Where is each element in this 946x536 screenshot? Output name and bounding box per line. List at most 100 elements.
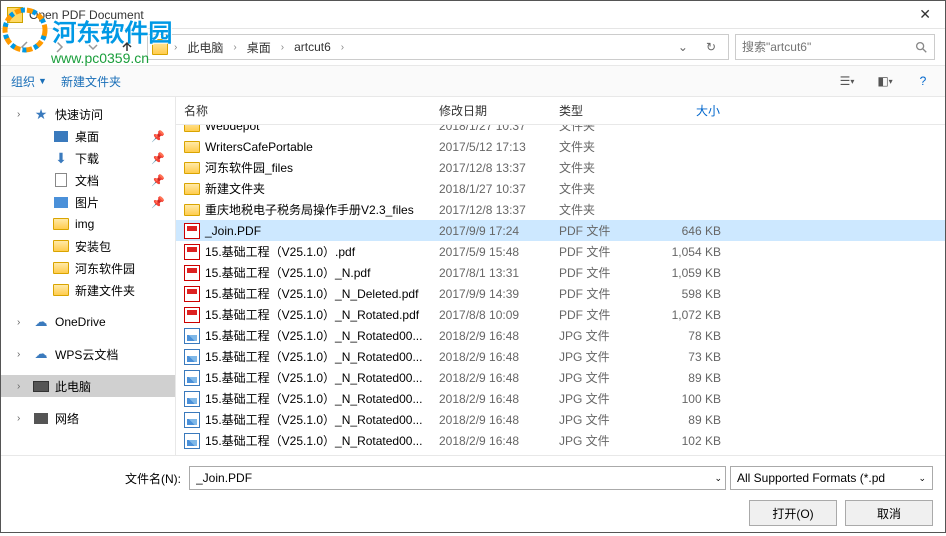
view-button[interactable]: ☰ ▾ [835, 71, 859, 91]
star-icon: ★ [33, 106, 49, 122]
sidebar-item-5[interactable]: img [1, 213, 175, 235]
filename-label: 文件名(N): [1, 470, 181, 487]
column-headers: 名称 修改日期 类型 大小 [176, 97, 945, 125]
pdf-icon [184, 223, 200, 239]
jpg-icon [184, 349, 200, 365]
pin-icon: 📌 [151, 130, 165, 143]
chevron-right-icon[interactable]: › [170, 42, 181, 53]
folder-icon [184, 125, 200, 132]
refresh-icon[interactable]: ↻ [702, 40, 720, 54]
preview-button[interactable]: ◧ ▾ [873, 71, 897, 91]
folder-icon [53, 260, 69, 276]
recent-dropdown[interactable] [79, 33, 107, 61]
file-row[interactable]: Webdepot2018/1/27 10:37文件夹 [176, 125, 945, 136]
cloud-icon: ☁ [33, 314, 49, 330]
forward-button[interactable] [45, 33, 73, 61]
doc-icon [53, 172, 69, 188]
file-row[interactable]: 河东软件园_files2017/12/8 13:37文件夹 [176, 157, 945, 178]
chevron-right-icon[interactable]: › [229, 42, 240, 53]
open-button[interactable]: 打开(O) [749, 500, 837, 526]
file-row[interactable]: 15.基础工程（V25.1.0）_N.pdf2017/8/1 13:31PDF … [176, 262, 945, 283]
folder-icon [184, 162, 200, 174]
sidebar-item-8[interactable]: 新建文件夹 [1, 279, 175, 301]
file-row[interactable]: WritersCafePortable2017/5/12 17:13文件夹 [176, 136, 945, 157]
col-name[interactable]: 名称 [176, 102, 431, 119]
jpg-icon [184, 328, 200, 344]
folder-icon [184, 183, 200, 195]
up-button[interactable] [113, 33, 141, 61]
sidebar-item-4[interactable]: 图片📌 [1, 191, 175, 213]
folder-icon [184, 204, 200, 216]
filename-input[interactable] [189, 466, 726, 490]
desktop-icon [53, 128, 69, 144]
file-row[interactable]: 15.基础工程（V25.1.0）_N_Rotated00...2018/2/9 … [176, 430, 945, 451]
search-input[interactable] [742, 40, 914, 54]
file-row[interactable]: 重庆地税电子税务局操作手册V2.3_files2017/12/8 13:37文件… [176, 199, 945, 220]
sidebar-item-0[interactable]: ›★快速访问 [1, 103, 175, 125]
jpg-icon [184, 391, 200, 407]
file-row[interactable]: 15.基础工程（V25.1.0）_N_Rotated.pdf2017/8/8 1… [176, 304, 945, 325]
filter-combo[interactable]: All Supported Formats (*.pd ⌄ [730, 466, 933, 490]
pdf-icon [184, 265, 200, 281]
search-box[interactable] [735, 34, 935, 60]
sidebar-item-7[interactable]: 河东软件园 [1, 257, 175, 279]
col-type[interactable]: 类型 [551, 102, 651, 119]
navbar: › 此电脑 › 桌面 › artcut6 › ⌄ ↻ [1, 29, 945, 65]
toolbar: 组织 ▼ 新建文件夹 ☰ ▾ ◧ ▾ ? [1, 65, 945, 97]
footer: 文件名(N): ⌄ All Supported Formats (*.pd ⌄ … [1, 455, 945, 536]
sidebar-item-3[interactable]: 文档📌 [1, 169, 175, 191]
close-button[interactable]: ✕ [911, 6, 939, 23]
col-date[interactable]: 修改日期 [431, 102, 551, 119]
file-row[interactable]: 新建文件夹2018/1/27 10:37文件夹 [176, 178, 945, 199]
pic-icon [53, 194, 69, 210]
sidebar-item-10[interactable]: ›☁WPS云文档 [1, 343, 175, 365]
window-title: Open PDF Document [29, 8, 911, 22]
file-row[interactable]: 15.基础工程（V25.1.0）_N_Rotated00...2018/2/9 … [176, 346, 945, 367]
file-row[interactable]: 15.基础工程（V25.1.0）_N_Rotated00...2018/2/9 … [176, 409, 945, 430]
jpg-icon [184, 433, 200, 449]
sidebar: ›★快速访问桌面📌⬇下载📌文档📌图片📌img安装包河东软件园新建文件夹 ›☁One… [1, 97, 176, 455]
newfolder-button[interactable]: 新建文件夹 [61, 73, 121, 90]
pdf-icon [184, 307, 200, 323]
down-icon: ⬇ [53, 150, 69, 166]
breadcrumb[interactable]: › 此电脑 › 桌面 › artcut6 › ⌄ ↻ [147, 34, 729, 60]
folder-icon [53, 238, 69, 254]
app-icon [7, 7, 23, 23]
titlebar: Open PDF Document ✕ [1, 1, 945, 29]
sidebar-item-2[interactable]: ⬇下载📌 [1, 147, 175, 169]
chevron-right-icon[interactable]: › [337, 42, 348, 53]
folder-icon [152, 39, 168, 55]
crumb-artcut[interactable]: artcut6 [290, 40, 335, 54]
file-row[interactable]: 15.基础工程（V25.1.0）.pdf2017/5/9 15:48PDF 文件… [176, 241, 945, 262]
col-size[interactable]: 大小 [651, 102, 751, 119]
sidebar-item-9[interactable]: ›☁OneDrive [1, 311, 175, 333]
folder-icon [53, 216, 69, 232]
search-icon[interactable] [914, 40, 928, 54]
crumb-pc[interactable]: 此电脑 [183, 39, 227, 56]
help-button[interactable]: ? [911, 71, 935, 91]
chevron-right-icon[interactable]: › [277, 42, 288, 53]
file-row[interactable]: _Join.PDF2017/9/9 17:24PDF 文件646 KB [176, 220, 945, 241]
pdf-icon [184, 286, 200, 302]
file-row[interactable]: 15.基础工程（V25.1.0）_N_Rotated00...2018/2/9 … [176, 325, 945, 346]
file-row[interactable]: 15.基础工程（V25.1.0）_N_Deleted.pdf2017/9/9 1… [176, 283, 945, 304]
pdf-icon [184, 244, 200, 260]
sidebar-item-12[interactable]: ›网络 [1, 407, 175, 429]
folder-icon [184, 141, 200, 153]
sidebar-item-1[interactable]: 桌面📌 [1, 125, 175, 147]
pin-icon: 📌 [151, 196, 165, 209]
jpg-icon [184, 370, 200, 386]
crumb-desktop[interactable]: 桌面 [243, 39, 275, 56]
cancel-button[interactable]: 取消 [845, 500, 933, 526]
wps-icon: ☁ [33, 346, 49, 362]
back-button[interactable] [11, 33, 39, 61]
sidebar-item-11[interactable]: ›此电脑 [1, 375, 175, 397]
file-row[interactable]: 15.基础工程（V25.1.0）_N_Rotated00...2018/2/9 … [176, 388, 945, 409]
net-icon [33, 410, 49, 426]
pin-icon: 📌 [151, 152, 165, 165]
file-row[interactable]: 15.基础工程（V25.1.0）_N_Rotated00...2018/2/9 … [176, 367, 945, 388]
organize-button[interactable]: 组织 ▼ [11, 73, 47, 90]
chevron-down-icon[interactable]: ⌄ [674, 40, 692, 54]
sidebar-item-6[interactable]: 安装包 [1, 235, 175, 257]
file-list[interactable]: Webdepot2018/1/27 10:37文件夹WritersCafePor… [176, 125, 945, 455]
